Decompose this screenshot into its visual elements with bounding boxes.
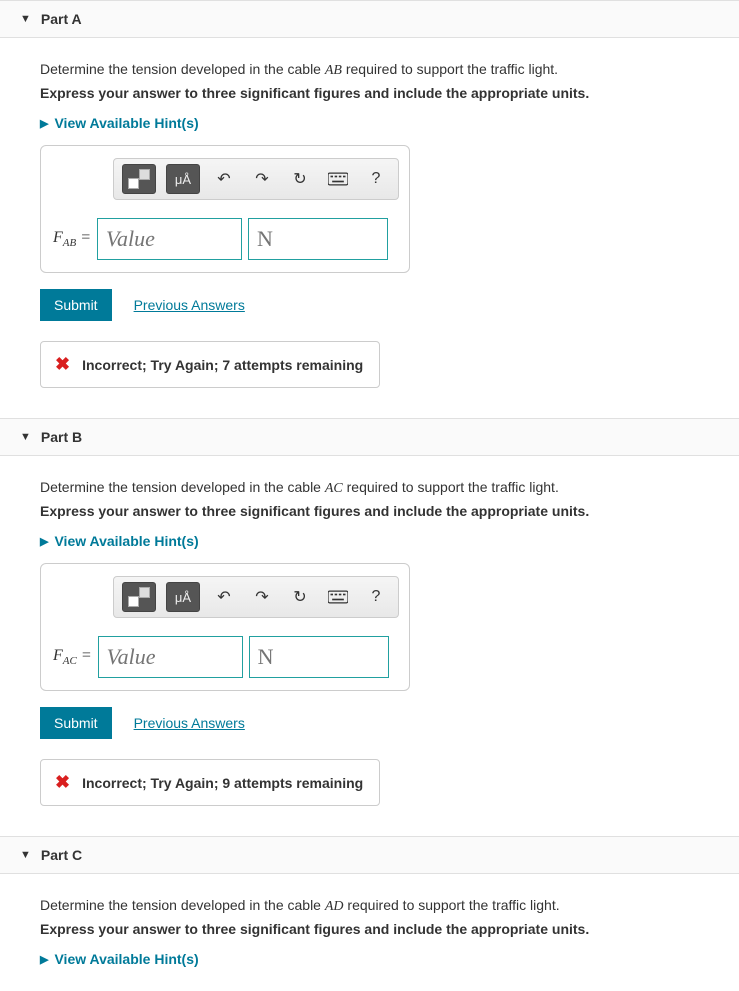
incorrect-icon: ✖ [55, 354, 70, 375]
value-input[interactable] [98, 636, 243, 678]
part-b-header[interactable]: ▼ Part B [0, 418, 739, 456]
caret-right-icon: ▶ [40, 117, 48, 130]
input-row: FAC = [53, 636, 397, 678]
part-c-header[interactable]: ▼ Part C [0, 836, 739, 874]
hints-label: View Available Hint(s) [54, 951, 198, 967]
input-row: FAB = [53, 218, 397, 260]
hints-label: View Available Hint(s) [54, 533, 198, 549]
part-a-header[interactable]: ▼ Part A [0, 0, 739, 38]
hints-label: View Available Hint(s) [54, 115, 198, 131]
help-icon[interactable]: ? [362, 166, 390, 192]
part-title: Part A [41, 11, 82, 27]
variable-label: FAC = [53, 647, 92, 667]
instruction-text: Express your answer to three significant… [40, 85, 699, 101]
part-title: Part C [41, 847, 82, 863]
variable-label: FAB = [53, 229, 91, 249]
prompt-text: Determine the tension developed in the c… [40, 61, 699, 79]
caret-down-icon: ▼ [20, 849, 31, 861]
prompt-text: Determine the tension developed in the c… [40, 897, 699, 915]
keyboard-icon[interactable] [324, 584, 352, 610]
instruction-text: Express your answer to three significant… [40, 921, 699, 937]
caret-down-icon: ▼ [20, 431, 31, 443]
feedback-box: ✖ Incorrect; Try Again; 9 attempts remai… [40, 759, 380, 806]
answer-box: μÅ ↶ ↷ ↻ ? FAC = [40, 563, 410, 691]
part-c-body: Determine the tension developed in the c… [0, 874, 739, 991]
caret-right-icon: ▶ [40, 953, 48, 966]
units-input[interactable] [248, 218, 388, 260]
equation-toolbar: μÅ ↶ ↷ ↻ ? [113, 158, 399, 200]
part-title: Part B [41, 429, 82, 445]
prompt-text: Determine the tension developed in the c… [40, 479, 699, 497]
units-input[interactable] [249, 636, 389, 678]
submit-button[interactable]: Submit [40, 289, 112, 321]
special-char-button[interactable]: μÅ [166, 164, 200, 194]
part-a-body: Determine the tension developed in the c… [0, 38, 739, 418]
hints-toggle[interactable]: ▶ View Available Hint(s) [40, 115, 699, 131]
previous-answers-link[interactable]: Previous Answers [134, 297, 245, 313]
feedback-message: Incorrect; Try Again; 9 attempts remaini… [82, 775, 363, 791]
incorrect-icon: ✖ [55, 772, 70, 793]
submit-row: Submit Previous Answers [40, 707, 699, 739]
answer-box: μÅ ↶ ↷ ↻ ? FAB = [40, 145, 410, 273]
submit-button[interactable]: Submit [40, 707, 112, 739]
hints-toggle[interactable]: ▶ View Available Hint(s) [40, 533, 699, 549]
caret-right-icon: ▶ [40, 535, 48, 548]
help-icon[interactable]: ? [362, 584, 390, 610]
submit-row: Submit Previous Answers [40, 289, 699, 321]
keyboard-icon[interactable] [324, 166, 352, 192]
hints-toggle[interactable]: ▶ View Available Hint(s) [40, 951, 699, 967]
fraction-template-icon[interactable] [122, 582, 156, 612]
reset-icon[interactable]: ↻ [286, 166, 314, 192]
feedback-box: ✖ Incorrect; Try Again; 7 attempts remai… [40, 341, 380, 388]
previous-answers-link[interactable]: Previous Answers [134, 715, 245, 731]
value-input[interactable] [97, 218, 242, 260]
undo-icon[interactable]: ↶ [210, 584, 238, 610]
reset-icon[interactable]: ↻ [286, 584, 314, 610]
special-char-button[interactable]: μÅ [166, 582, 200, 612]
instruction-text: Express your answer to three significant… [40, 503, 699, 519]
part-b-body: Determine the tension developed in the c… [0, 456, 739, 836]
equation-toolbar: μÅ ↶ ↷ ↻ ? [113, 576, 399, 618]
redo-icon[interactable]: ↷ [248, 166, 276, 192]
redo-icon[interactable]: ↷ [248, 584, 276, 610]
undo-icon[interactable]: ↶ [210, 166, 238, 192]
caret-down-icon: ▼ [20, 13, 31, 25]
feedback-message: Incorrect; Try Again; 7 attempts remaini… [82, 357, 363, 373]
fraction-template-icon[interactable] [122, 164, 156, 194]
